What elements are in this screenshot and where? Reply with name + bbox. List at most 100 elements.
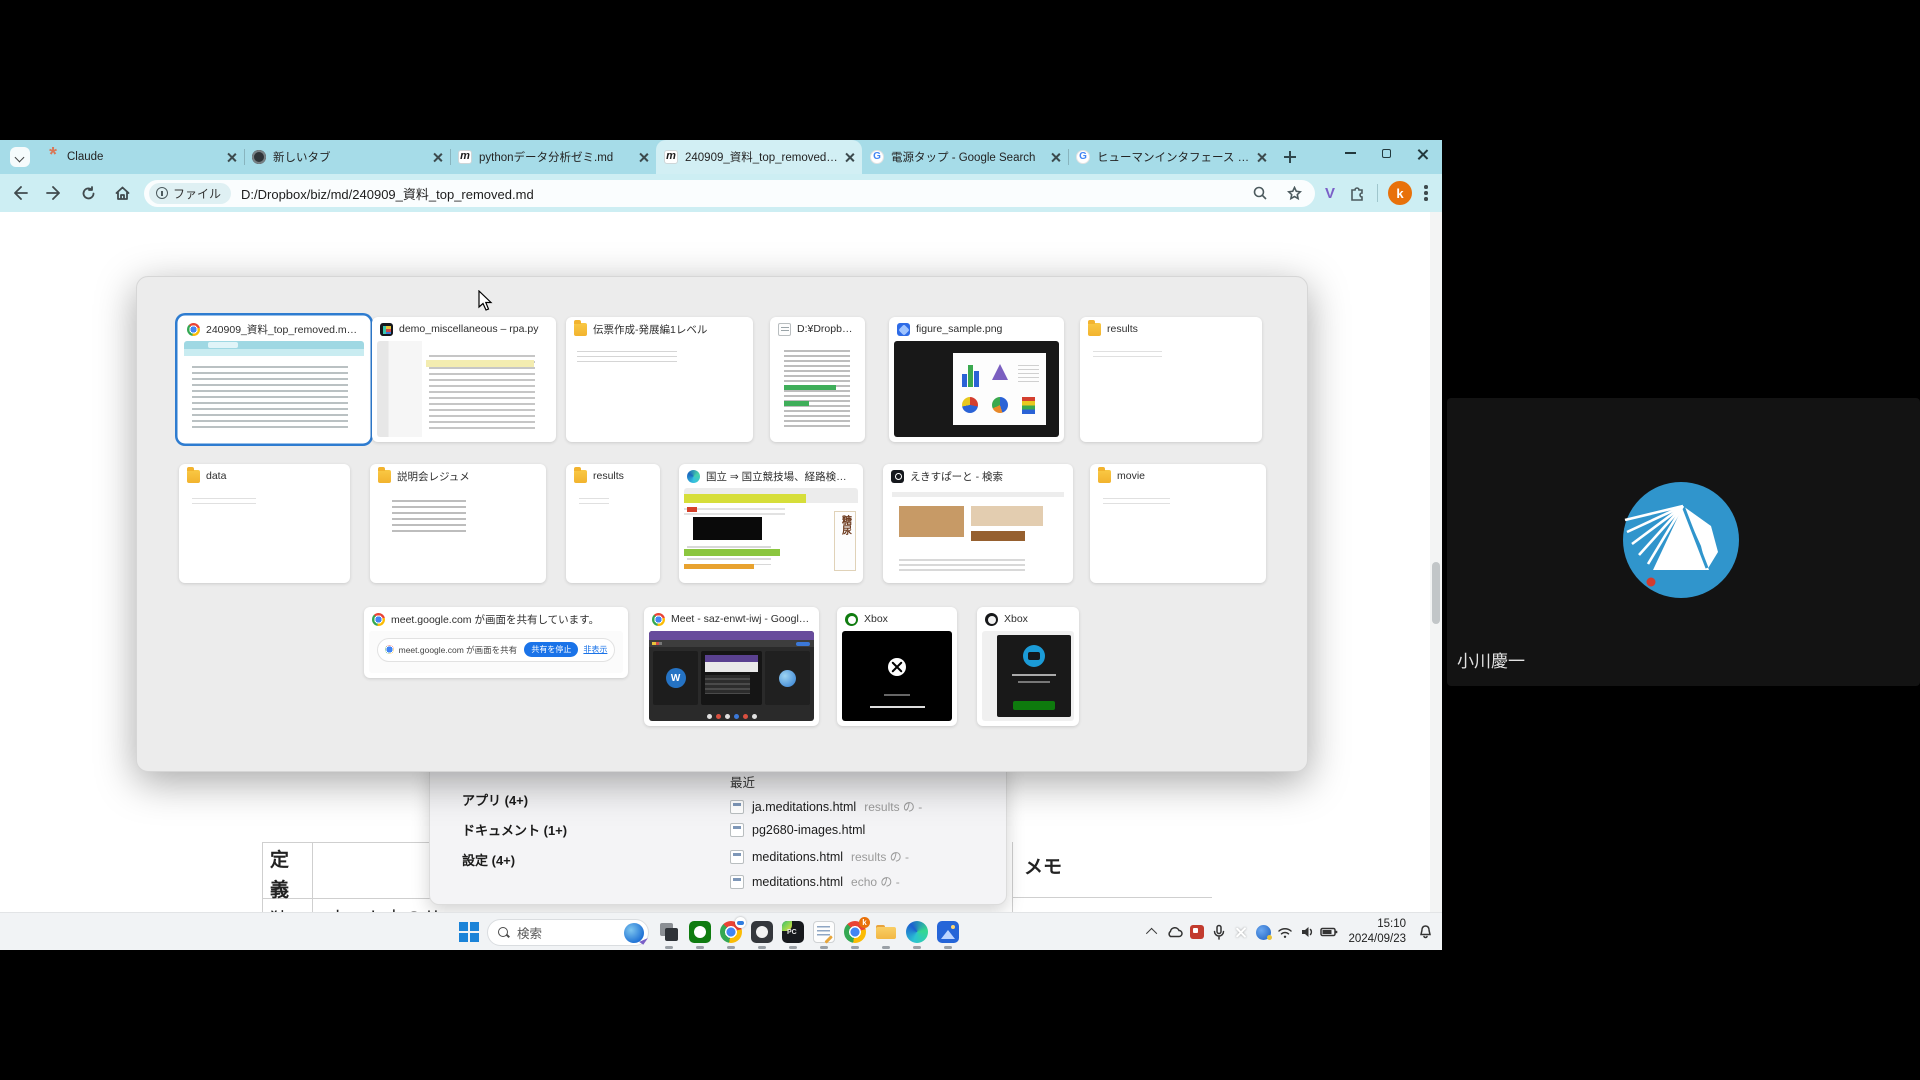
browser-tab-google-search-2[interactable]: ヒューマンインタフェース - Google Se [1068, 140, 1274, 174]
card-title: Xbox [1004, 613, 1071, 625]
recent-item[interactable]: meditations.html results の - [730, 848, 909, 865]
search-category-apps[interactable]: アプリ (4+) [462, 790, 528, 809]
xbox-green-app-icon[interactable] [687, 919, 713, 945]
forward-button[interactable] [40, 179, 68, 207]
switcher-card-results-1[interactable]: results [1080, 317, 1262, 442]
browser-tab-google-search-1[interactable]: 電源タップ - Google Search [862, 140, 1068, 174]
switcher-card-240909-md[interactable]: 240909_資料_top_removed.md -... [179, 317, 369, 442]
profile-badge: k [859, 917, 870, 928]
profile-avatar[interactable]: k [1388, 181, 1412, 205]
minimize-icon[interactable] [1345, 152, 1356, 154]
browser-tab-active-document[interactable]: 240909_資料_top_removed.md [656, 140, 862, 174]
recent-item-note: results の - [864, 798, 922, 815]
start-button[interactable] [456, 919, 482, 945]
switcher-card-results-2[interactable]: results [566, 464, 660, 583]
close-tab-icon[interactable] [1257, 153, 1266, 162]
switcher-card-meet[interactable]: Meet - saz-enwt-iwj - Google Chr... W [644, 607, 819, 726]
notifications-bell-icon[interactable] [1414, 921, 1436, 943]
page-scrollbar[interactable] [1430, 212, 1442, 912]
switcher-card-ekisupato[interactable]: えきすぱーと - 検索 [883, 464, 1073, 583]
browser-tab-newtab[interactable]: 新しいタブ [244, 140, 450, 174]
address-bar[interactable]: ファイル D:/Dropbox/biz/md/240909_資料_top_rem… [144, 180, 1315, 207]
taskbar-clock[interactable]: 15:10 2024/09/23 [1348, 917, 1406, 947]
switcher-card-denpyo[interactable]: 伝票作成-発展編1レベル [566, 317, 753, 442]
site-info-chip[interactable]: ファイル [149, 183, 231, 204]
recent-item[interactable]: ja.meditations.html results の - [730, 798, 922, 815]
switcher-card-figure-sample[interactable]: figure_sample.png [889, 317, 1064, 442]
tray-x-icon[interactable] [1230, 921, 1252, 943]
zoom-icon[interactable] [1251, 183, 1271, 203]
switcher-card-dropbox-note[interactable]: D:¥Dropbox¥bi... [770, 317, 865, 442]
photos-app-icon[interactable] [935, 919, 961, 945]
recent-item[interactable]: meditations.html echo の - [730, 873, 900, 890]
search-category-settings[interactable]: 設定 (4+) [462, 850, 515, 869]
switcher-card-rpa-py[interactable]: demo_miscellaneous – rpa.py [372, 317, 556, 442]
close-tab-icon[interactable] [433, 153, 442, 162]
browser-menu-icon[interactable] [1424, 184, 1428, 202]
tray-app-red-icon[interactable] [1186, 921, 1208, 943]
close-window-icon[interactable] [1417, 148, 1428, 159]
close-tab-icon[interactable] [227, 153, 236, 162]
battery-icon[interactable] [1318, 921, 1340, 943]
close-tab-icon[interactable] [639, 153, 648, 162]
maximize-icon[interactable] [1382, 149, 1391, 158]
close-tab-icon[interactable] [1051, 153, 1060, 162]
tray-blue-ball-icon[interactable] [1252, 921, 1274, 943]
tray-chevron-icon[interactable] [1142, 921, 1164, 943]
switcher-card-movie[interactable]: movie [1090, 464, 1266, 583]
chrome-profile-app-icon[interactable]: k [842, 919, 868, 945]
file-explorer-icon[interactable] [873, 919, 899, 945]
search-category-documents[interactable]: ドキュメント (1+) [462, 820, 567, 839]
scrollbar-thumb[interactable] [1432, 562, 1440, 624]
table-border [312, 842, 313, 912]
notepad-app-icon[interactable] [811, 919, 837, 945]
xbox-dark-app-icon[interactable] [749, 919, 775, 945]
recent-item-name: ja.meditations.html [752, 800, 856, 814]
taskbar-search-box[interactable]: 検索 [487, 919, 649, 946]
recent-item[interactable]: pg2680-images.html [730, 823, 873, 837]
close-tab-icon[interactable] [845, 153, 854, 162]
card-preview [1095, 488, 1261, 578]
tab-label: Claude [67, 151, 220, 163]
new-tab-button[interactable] [1280, 147, 1300, 167]
window-controls [1345, 140, 1434, 166]
reload-button[interactable] [74, 179, 102, 207]
pycharm-app-icon[interactable] [780, 919, 806, 945]
tab-search-button[interactable] [10, 147, 30, 167]
back-button[interactable] [6, 179, 34, 207]
switcher-card-data[interactable]: data [179, 464, 350, 583]
volume-icon[interactable] [1296, 921, 1318, 943]
chrome-meet-app-icon[interactable] [718, 919, 744, 945]
switcher-card-kokuritsu-route[interactable]: 国立 ⇒ 国立競技場、経路検索|駅... 糖尿 [679, 464, 863, 583]
extensions-puzzle-icon[interactable] [1347, 183, 1367, 203]
microphone-icon[interactable] [1208, 921, 1230, 943]
card-title: 国立 ⇒ 国立競技場、経路検索|駅... [706, 469, 855, 484]
extension-v-icon[interactable]: V [1325, 185, 1335, 202]
participant-tile[interactable]: 小川慶一 [1447, 398, 1920, 686]
bookmark-star-icon[interactable] [1285, 183, 1305, 203]
card-preview [775, 341, 860, 437]
switcher-card-xbox-2[interactable]: Xbox [977, 607, 1079, 726]
green-action-button [1013, 701, 1055, 710]
browser-tab-python-md[interactable]: pythonデータ分析ゼミ.md [450, 140, 656, 174]
html-file-icon [730, 823, 744, 837]
table-cell-text: ネット上のサ [328, 904, 442, 912]
tab-strip: Claude 新しいタブ pythonデータ分析ゼミ.md 240909_資料_… [0, 140, 1442, 174]
switcher-card-setsumeikai[interactable]: 説明会レジュメ [370, 464, 546, 583]
switcher-card-share-bar[interactable]: meet.google.com が画面を共有しています。 meet.google… [364, 607, 628, 678]
tab-label: ヒューマンインタフェース - Google Se [1097, 149, 1250, 165]
search-highlight-image [624, 923, 644, 943]
browser-tab-claude[interactable]: Claude [38, 140, 244, 174]
home-button[interactable] [108, 179, 136, 207]
stop-sharing-button[interactable]: 共有を停止 [524, 642, 578, 657]
search-placeholder: 検索 [517, 923, 617, 942]
hide-share-bar-link[interactable]: 非表示 [583, 644, 607, 655]
xbox-logo [888, 658, 906, 676]
task-view-button[interactable] [656, 919, 682, 945]
info-icon [156, 187, 168, 199]
edge-browser-icon[interactable] [904, 919, 930, 945]
onedrive-cloud-icon[interactable] [1164, 921, 1186, 943]
clock-date: 2024/09/23 [1348, 932, 1406, 947]
wifi-icon[interactable] [1274, 921, 1296, 943]
switcher-card-xbox-1[interactable]: Xbox [837, 607, 957, 726]
